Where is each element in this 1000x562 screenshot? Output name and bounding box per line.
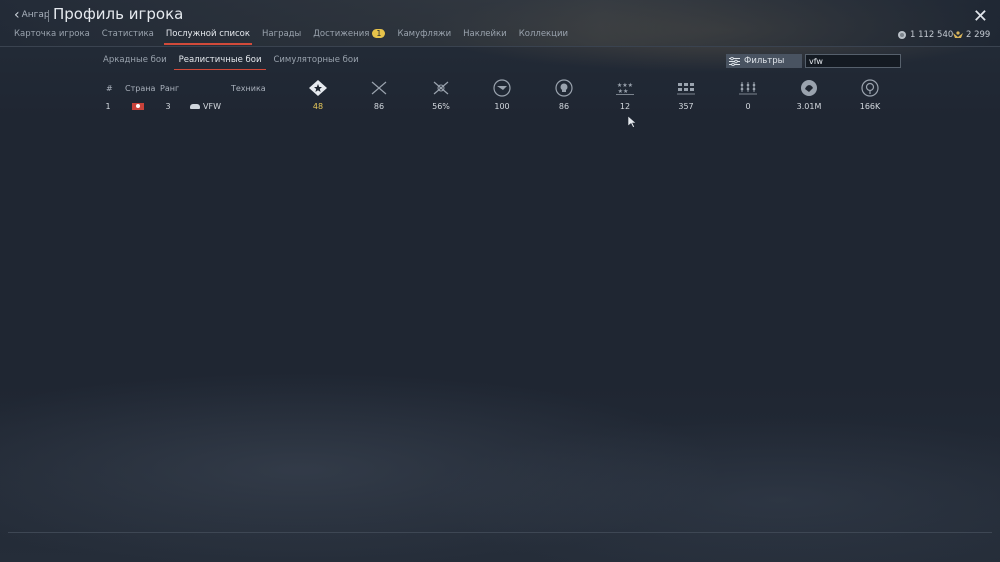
mouse-cursor-icon <box>628 116 637 128</box>
mode-arcade[interactable]: Аркадные бои <box>103 55 167 70</box>
filters-label: Фильтры <box>744 56 785 66</box>
naval-kills-icon[interactable] <box>738 79 758 97</box>
col-vehicle-header: Техника <box>231 84 266 93</box>
stat-naval-kills: 0 <box>745 102 751 111</box>
deaths-icon[interactable] <box>554 79 574 97</box>
mode-label: Симуляторные бои <box>273 55 359 65</box>
stat-battles: 48 <box>312 102 324 111</box>
stat-victories: 86 <box>373 102 385 111</box>
col-index-header: # <box>106 84 113 93</box>
silver-lions-icon <box>898 31 906 39</box>
col-country-header: Страна <box>125 84 156 93</box>
col-rank-header: Ранг <box>160 84 180 93</box>
tab-awards[interactable]: Награды <box>262 29 301 45</box>
search-input[interactable] <box>805 54 901 68</box>
ground-kills-icon[interactable] <box>676 79 696 97</box>
battles-icon[interactable] <box>308 79 328 97</box>
respawns-icon[interactable] <box>492 79 512 97</box>
victories-icon[interactable] <box>369 79 389 97</box>
tab-label: Достижения <box>313 29 370 39</box>
stat-air-kills: 12 <box>619 102 631 111</box>
page-title: Профиль игрока <box>53 5 184 23</box>
achievements-badge: 1 <box>372 29 386 38</box>
sliders-icon <box>729 56 740 66</box>
row-rank: 3 <box>165 102 171 111</box>
win-rate-icon[interactable] <box>431 79 451 97</box>
tab-label: Коллекции <box>518 29 569 39</box>
experience-icon[interactable] <box>799 79 819 97</box>
mode-simulator[interactable]: Симуляторные бои <box>273 55 358 70</box>
tab-decals[interactable]: Наклейки <box>463 29 507 45</box>
flag-icon <box>132 103 144 110</box>
stat-respawns: 100 <box>494 102 510 111</box>
tab-statistics[interactable]: Статистика <box>102 29 154 45</box>
stat-ground-kills: 357 <box>678 102 694 111</box>
chevron-left-icon: ‹ <box>14 7 20 23</box>
row-vehicle[interactable]: VFW <box>203 102 221 111</box>
stat-experience: 3.01M <box>796 102 822 111</box>
tab-label: Послужной список <box>165 29 250 39</box>
game-mode-tabs: Аркадные бои Реалистичные бои Симуляторн… <box>103 55 371 70</box>
stat-flight-time: 166K <box>859 102 881 111</box>
tab-label: Карточка игрока <box>14 29 90 39</box>
tab-label: Камуфляжи <box>397 29 452 39</box>
silver-lions-balance: 1 112 540 <box>897 30 953 40</box>
stat-win-rate: 56% <box>432 102 450 111</box>
tab-label: Награды <box>262 29 302 39</box>
flight-time-icon[interactable] <box>860 79 880 97</box>
mode-realistic[interactable]: Реалистичные бои <box>173 55 267 70</box>
tab-collections[interactable]: Коллекции <box>519 29 568 45</box>
vehicle-type-icon <box>190 104 200 109</box>
air-kills-icon[interactable]: ★★★ ★★ <box>615 79 635 97</box>
tab-bar: Карточка игрока Статистика Послужной спи… <box>14 29 580 45</box>
golden-eagles-value: 2 299 <box>966 30 991 40</box>
bottom-divider <box>8 532 992 533</box>
tab-player-card[interactable]: Карточка игрока <box>14 29 90 45</box>
svg-text:★★: ★★ <box>618 88 629 95</box>
back-button[interactable]: ‹ Ангар <box>14 7 50 23</box>
golden-eagles-icon <box>953 31 963 38</box>
close-icon[interactable]: ✕ <box>973 8 988 26</box>
tab-label: Наклейки <box>463 29 507 39</box>
stat-deaths: 86 <box>558 102 570 111</box>
mode-label: Аркадные бои <box>103 55 167 65</box>
tab-label: Статистика <box>101 29 154 39</box>
tab-achievements[interactable]: Достижения 1 <box>313 29 386 45</box>
tab-service-record[interactable]: Послужной список <box>163 29 253 45</box>
silver-lions-value: 1 112 540 <box>910 30 954 40</box>
header-bar: ‹ Ангар Профиль игрока ✕ Карточка игрока… <box>0 0 1000 47</box>
row-index: 1 <box>105 102 111 111</box>
tab-camouflages[interactable]: Камуфляжи <box>397 29 451 45</box>
golden-eagles-balance: 2 299 <box>953 30 990 40</box>
header-separator <box>48 10 49 22</box>
filters-button[interactable]: Фильтры <box>726 54 802 68</box>
mode-label: Реалистичные бои <box>178 55 262 65</box>
back-label: Ангар <box>21 10 50 20</box>
